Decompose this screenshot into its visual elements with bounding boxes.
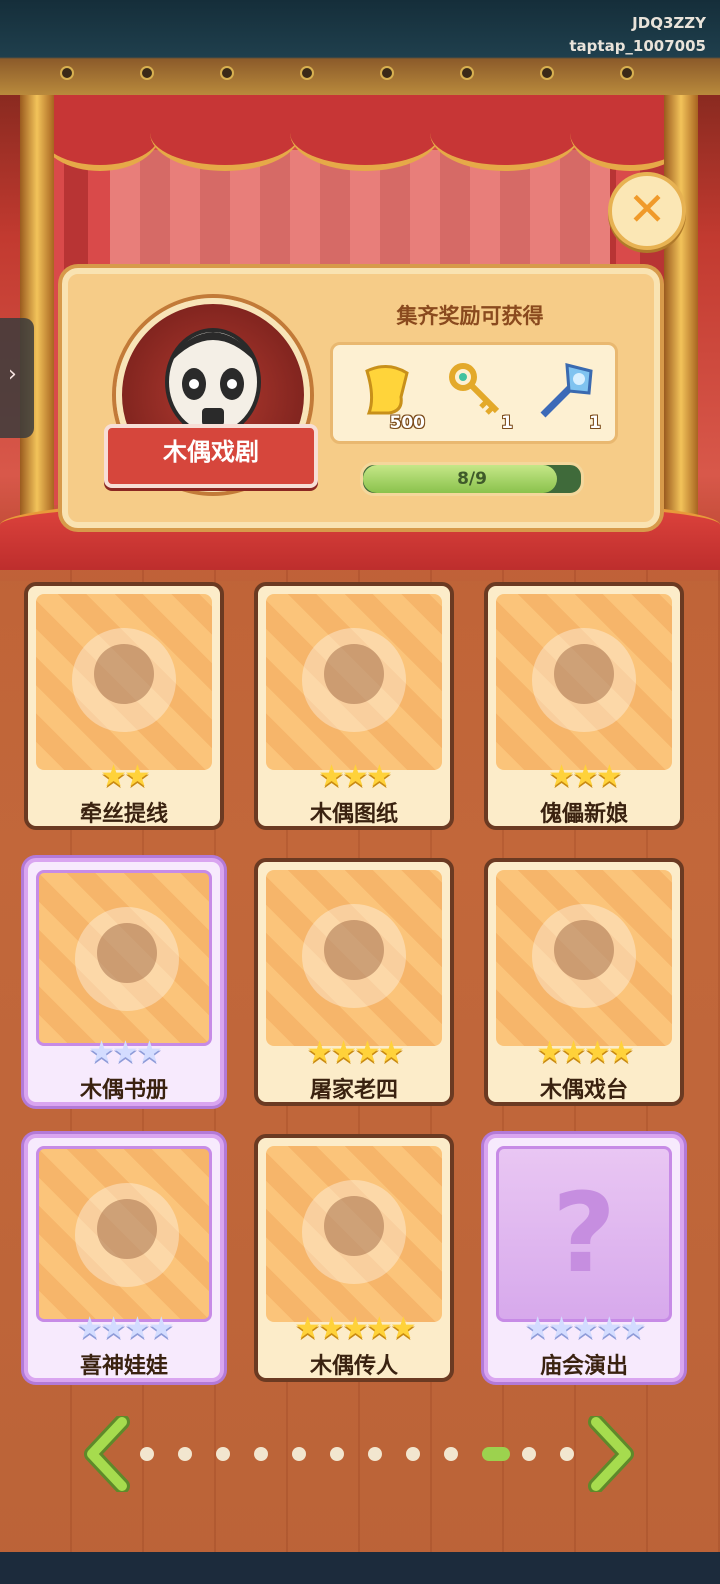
watermark-id: JDQ3ZZY	[632, 14, 706, 32]
reward-quantity: 1	[501, 413, 513, 433]
watermark-user: taptap_1007005	[569, 37, 706, 55]
star-rating: ★★★★	[306, 1035, 405, 1070]
star-rating: ★★★	[88, 1035, 163, 1070]
reward-quantity: 1	[589, 413, 601, 433]
card-label: 牵丝提线	[79, 802, 168, 827]
collection-card[interactable]: ★★★★★ 木偶传人	[254, 1134, 454, 1382]
reward-item-scepter[interactable]: 1	[529, 357, 601, 433]
star-rating: ★★★★	[76, 1311, 175, 1346]
masked-puppet-icon	[266, 870, 442, 1046]
collection-card[interactable]: ★★★★ 屠家老四	[254, 858, 454, 1106]
stage-pillar	[664, 95, 698, 515]
prev-page-button[interactable]	[82, 1414, 132, 1494]
puppet-heir-icon	[266, 1146, 442, 1322]
reward-quantity: 500	[389, 413, 426, 433]
card-label: 木偶书册	[79, 1078, 168, 1103]
star-rating: ★★★★★	[294, 1311, 416, 1346]
reward-box: 500 1 1	[330, 342, 618, 444]
chevron-right-icon	[588, 1414, 634, 1494]
page-dot[interactable]	[140, 1447, 154, 1461]
page-dot[interactable]	[444, 1447, 458, 1461]
next-page-button[interactable]	[586, 1414, 636, 1494]
page-dot[interactable]	[216, 1447, 230, 1461]
star-rating: ★★★	[548, 759, 623, 794]
page-dot[interactable]	[254, 1447, 268, 1461]
page-dot[interactable]	[178, 1447, 192, 1461]
puppet-stage-icon	[496, 870, 672, 1046]
curtain-swag	[430, 95, 580, 171]
stage-pillar	[20, 95, 54, 515]
stage-light	[540, 66, 554, 80]
puppet-book-icon	[36, 870, 212, 1046]
reward-item-gold[interactable]: 500	[353, 357, 425, 433]
curtain-swag	[150, 95, 300, 171]
stage-light	[380, 66, 394, 80]
bottom-system-bar	[0, 1552, 720, 1584]
card-label: 木偶戏台	[539, 1078, 628, 1103]
close-icon: ✕	[627, 182, 667, 236]
collection-progress-bar: 8/9	[360, 462, 584, 496]
page-dot[interactable]	[330, 1447, 344, 1461]
stage-light	[220, 66, 234, 80]
collection-card[interactable]: ? ★★★★★ 庙会演出	[484, 1134, 684, 1382]
joy-god-doll-icon	[36, 1146, 212, 1322]
collection-name-banner: 木偶戏剧	[104, 424, 318, 488]
collection-name: 木偶戏剧	[163, 438, 259, 466]
page-dot[interactable]	[368, 1447, 382, 1461]
stage-light	[620, 66, 634, 80]
reward-title: 集齐奖励可获得	[396, 304, 544, 328]
collection-card[interactable]: ★★★ 木偶书册	[24, 858, 224, 1106]
collection-card[interactable]: ★★★ 木偶图纸	[254, 582, 454, 830]
progress-text: 8/9	[457, 469, 487, 489]
collection-card[interactable]: ★★★★ 喜神娃娃	[24, 1134, 224, 1382]
star-rating: ★★★	[318, 759, 393, 794]
collection-card[interactable]: ★★★★ 木偶戏台	[484, 858, 684, 1106]
collection-card[interactable]: ★★ 牵丝提线	[24, 582, 224, 830]
page-dot[interactable]	[482, 1447, 510, 1461]
page-dot[interactable]	[522, 1447, 536, 1461]
card-label: 木偶传人	[309, 1354, 398, 1379]
bride-puppet-icon	[496, 594, 672, 770]
stage-light	[460, 66, 474, 80]
reward-item-key[interactable]: 1	[441, 357, 513, 433]
card-label: 傀儡新娘	[539, 802, 628, 827]
stage-light	[300, 66, 314, 80]
close-button[interactable]: ✕	[608, 172, 686, 250]
blueprint-scroll-icon	[266, 594, 442, 770]
side-drawer-tab[interactable]: ›	[0, 318, 34, 438]
card-label: 木偶图纸	[309, 802, 398, 827]
curtain-swag	[40, 95, 160, 171]
page-dot[interactable]	[560, 1447, 574, 1461]
page-dot[interactable]	[292, 1447, 306, 1461]
chevron-right-icon: ›	[8, 362, 17, 387]
card-label: 屠家老四	[309, 1078, 398, 1103]
star-rating: ★★★★★	[524, 1311, 646, 1346]
page-dot[interactable]	[406, 1447, 420, 1461]
chevron-left-icon	[84, 1414, 130, 1494]
card-label: 喜神娃娃	[79, 1354, 168, 1379]
collection-card[interactable]: ★★★ 傀儡新娘	[484, 582, 684, 830]
wooden-cross-strings-icon	[36, 594, 212, 770]
locked-question-icon: ?	[496, 1146, 672, 1322]
stage-light	[60, 66, 74, 80]
curtain-swag	[290, 95, 440, 171]
star-rating: ★★★★	[536, 1035, 635, 1070]
stage-light	[140, 66, 154, 80]
card-label: 庙会演出	[539, 1354, 628, 1379]
star-rating: ★★	[100, 759, 151, 794]
